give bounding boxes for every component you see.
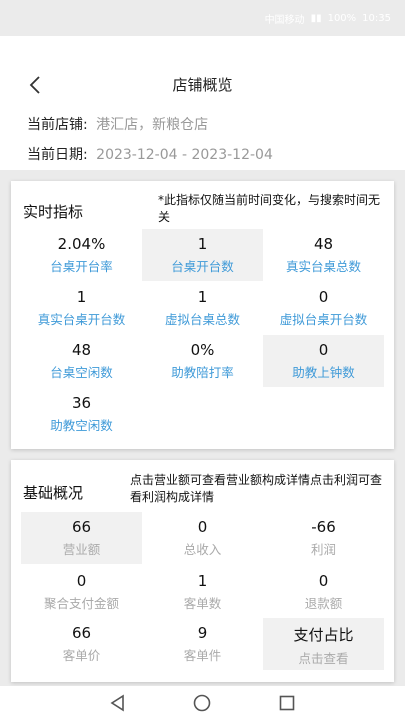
stat-value: 66 <box>71 518 92 536</box>
stat-label: 客单数 <box>183 596 222 611</box>
metric-value: 0 <box>318 288 329 306</box>
stat-value: 0 <box>318 572 329 590</box>
stat-label: 客单件 <box>183 648 222 663</box>
metric-virtual-tables-total[interactable]: 1 虚拟台桌总数 <box>142 282 263 334</box>
metric-value: 0 <box>318 341 329 359</box>
stat-value: 0 <box>197 518 208 536</box>
stat-value: 66 <box>71 624 92 642</box>
stat-refund-amount[interactable]: 0 退款额 <box>263 566 384 618</box>
stat-label: 营业额 <box>62 542 101 557</box>
date-row: 当前日期: 2023-12-04 - 2023-12-04 <box>27 144 273 164</box>
metric-value: 1 <box>76 288 87 306</box>
nav-back-icon[interactable] <box>108 693 128 713</box>
stat-label: 客单价 <box>62 648 101 663</box>
status-indicators: 中国移动 ▮▮ 100% 10:35 <box>265 11 391 26</box>
stat-profit[interactable]: -66 利润 <box>263 512 384 564</box>
store-label: 当前店铺: <box>27 117 88 133</box>
metric-table-open-rate[interactable]: 2.04% 台桌开台率 <box>21 229 142 281</box>
realtime-metrics-card: 实时指标 *此指标仅随当前时间变化，与搜索时间无关 2.04% 台桌开台率 1 … <box>11 181 394 449</box>
metric-tables-open[interactable]: 1 台桌开台数 <box>142 229 263 281</box>
metric-label: 虚拟台桌开台数 <box>279 312 368 327</box>
payment-ratio-button[interactable]: 支付占比 点击查看 <box>263 618 384 670</box>
stat-value: -66 <box>311 518 336 536</box>
metric-label: 助教陪打率 <box>171 365 234 380</box>
metric-label: 真实台桌开台数 <box>37 312 126 327</box>
metric-tables-idle[interactable]: 48 台桌空闲数 <box>21 335 142 387</box>
realtime-note: *此指标仅随当前时间变化，与搜索时间无关 <box>158 193 381 224</box>
metric-value: 1 <box>197 288 208 306</box>
metric-label: 台桌开台数 <box>171 259 234 274</box>
stat-label: 利润 <box>310 542 336 557</box>
stat-total-income[interactable]: 0 总收入 <box>142 512 263 564</box>
metric-real-tables-total[interactable]: 48 真实台桌总数 <box>263 229 384 281</box>
metric-label: 助教空闲数 <box>50 418 113 433</box>
metric-value: 48 <box>313 235 334 253</box>
metric-label: 真实台桌总数 <box>285 259 361 274</box>
metric-coach-accompany-rate[interactable]: 0% 助教陪打率 <box>142 335 263 387</box>
metric-value: 48 <box>71 341 92 359</box>
page-title: 店铺概览 <box>172 76 233 94</box>
basic-note: 点击营业额可查看营业额构成详情点击利润可查看利润构成详情 <box>130 473 383 504</box>
stat-value: 9 <box>197 624 208 642</box>
stat-label: 退款额 <box>304 596 343 611</box>
metric-value: 2.04% <box>57 235 106 253</box>
date-value[interactable]: 2023-12-04 - 2023-12-04 <box>96 147 273 163</box>
metric-value: 36 <box>71 394 92 412</box>
stat-avg-order-price[interactable]: 66 客单价 <box>21 618 142 670</box>
stat-aggregate-payment[interactable]: 0 聚合支付金额 <box>21 566 142 618</box>
basic-overview-card: 基础概况 点击营业额可查看营业额构成详情点击利润可查看利润构成详情 66 营业额… <box>11 460 394 682</box>
realtime-title: 实时指标 <box>23 203 84 221</box>
metric-label: 助教上钟数 <box>292 365 355 380</box>
clock: 10:35 <box>362 13 391 24</box>
metric-real-tables-open[interactable]: 1 真实台桌开台数 <box>21 282 142 334</box>
stat-order-count[interactable]: 1 客单数 <box>142 566 263 618</box>
signal-icon: ▮▮ <box>310 13 322 24</box>
metric-coaches-on-duty[interactable]: 0 助教上钟数 <box>263 335 384 387</box>
nav-recents-icon[interactable] <box>277 693 297 713</box>
carrier-name: 中国移动 <box>264 15 305 26</box>
metric-value: 0% <box>190 341 215 359</box>
stat-items-per-order[interactable]: 9 客单件 <box>142 618 263 670</box>
stat-value: 0 <box>76 572 87 590</box>
nav-home-icon[interactable] <box>192 693 212 713</box>
metric-label: 台桌空闲数 <box>50 365 113 380</box>
battery-level: 100% <box>327 13 357 24</box>
page-header: 店铺概览 当前店铺: 港汇店，新粮仓店 当前日期: 2023-12-04 - 2… <box>0 36 405 170</box>
date-label: 当前日期: <box>27 147 88 163</box>
store-row: 当前店铺: 港汇店，新粮仓店 <box>27 114 208 134</box>
metric-label: 虚拟台桌总数 <box>164 312 240 327</box>
stat-revenue[interactable]: 66 营业额 <box>21 512 142 564</box>
stat-label: 总收入 <box>183 542 222 557</box>
metric-virtual-tables-open[interactable]: 0 虚拟台桌开台数 <box>263 282 384 334</box>
system-nav-bar <box>0 686 405 720</box>
metric-value: 1 <box>197 235 208 253</box>
status-bar: 中国移动 ▮▮ 100% 10:35 <box>0 0 405 36</box>
stat-value: 1 <box>197 572 208 590</box>
metric-coaches-idle[interactable]: 36 助教空闲数 <box>21 388 142 440</box>
payment-ratio-title: 支付占比 <box>293 626 354 644</box>
stat-label: 聚合支付金额 <box>43 596 119 611</box>
store-value[interactable]: 港汇店，新粮仓店 <box>96 117 208 133</box>
basic-title: 基础概况 <box>23 484 84 502</box>
payment-ratio-hint: 点击查看 <box>298 651 349 666</box>
metric-label: 台桌开台率 <box>50 259 113 274</box>
